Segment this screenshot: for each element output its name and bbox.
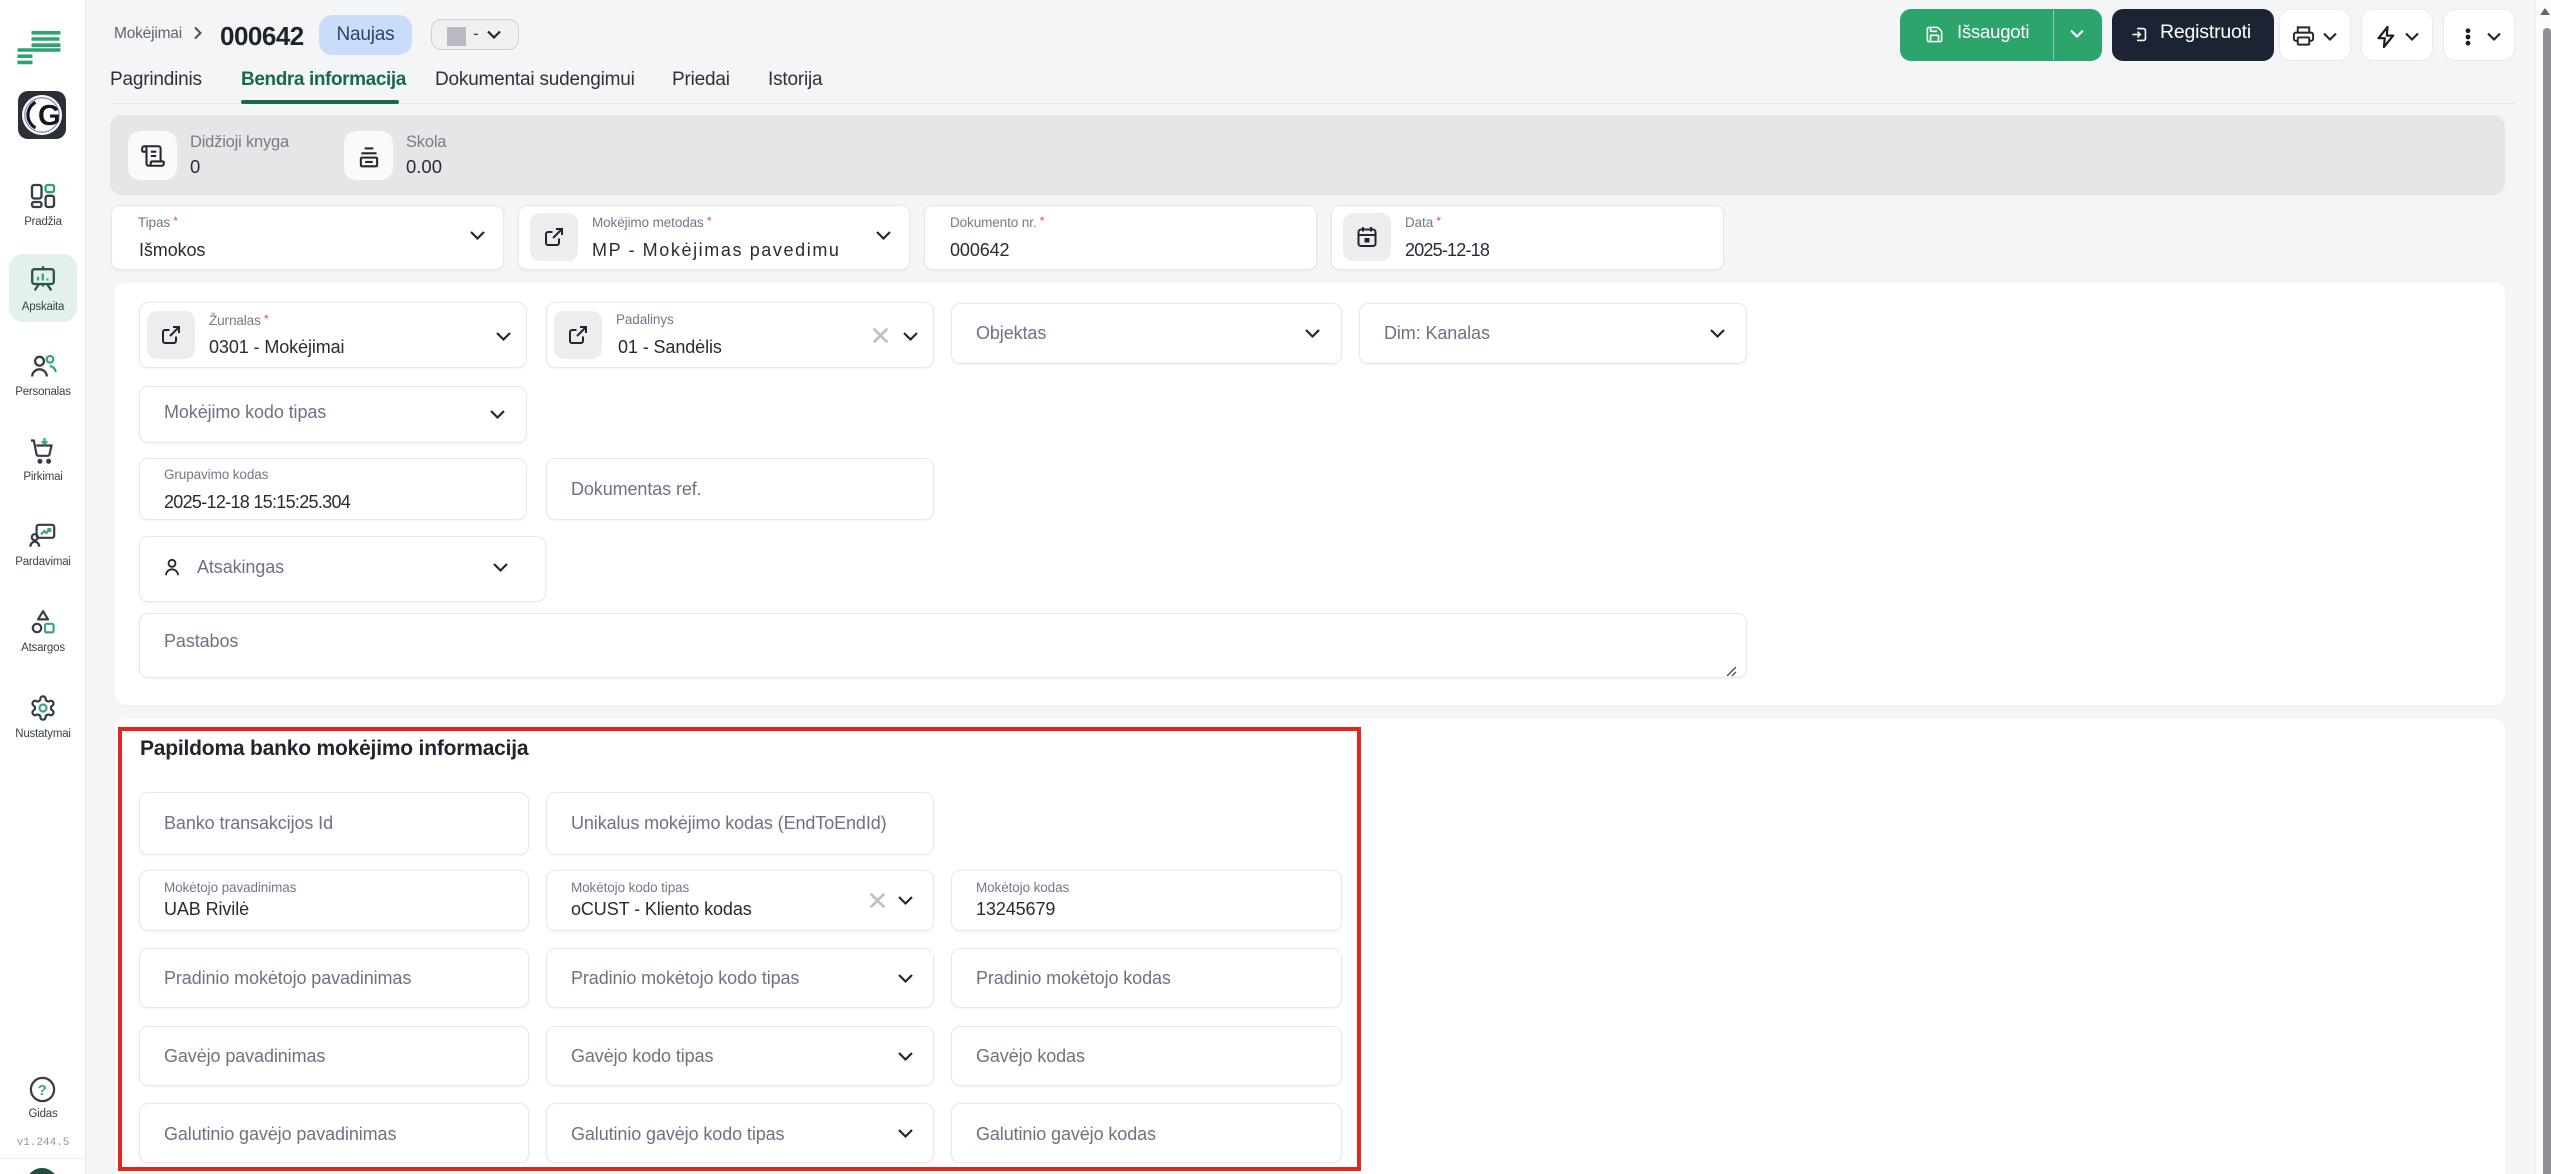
svg-text:?: ? — [38, 1082, 47, 1099]
svg-text:G: G — [38, 100, 61, 132]
